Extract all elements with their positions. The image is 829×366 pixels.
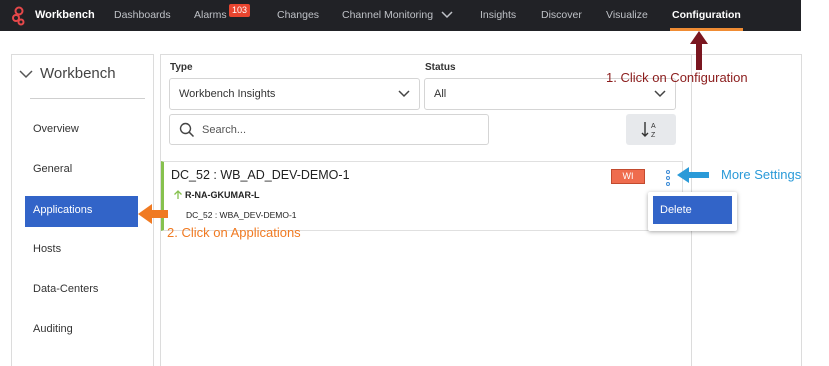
annotation-more-settings: More Settings	[721, 167, 802, 182]
annotation-step-1: 1. Click on Configuration	[606, 70, 748, 85]
sidebar-divider	[30, 98, 145, 99]
type-select[interactable]: Workbench Insights	[169, 78, 420, 110]
arrow-left-annotation-icon	[677, 167, 709, 183]
nav-visualize[interactable]: Visualize	[606, 9, 648, 21]
sidebar-item-label: Applications	[33, 204, 93, 216]
status-select-value: All	[434, 88, 447, 100]
nav-changes[interactable]: Changes	[277, 9, 319, 21]
nav-discover[interactable]: Discover	[541, 9, 582, 21]
sidebar-item-applications[interactable]: Applications	[25, 196, 138, 227]
sidebar-item-hosts[interactable]: Hosts	[33, 243, 61, 255]
top-nav-bar: Workbench Dashboards Alarms 103 Changes …	[0, 0, 801, 31]
sidebar-item-general[interactable]: General	[33, 163, 72, 175]
chevron-down-icon	[441, 11, 453, 19]
svg-text:A: A	[651, 123, 656, 130]
arrow-up-icon	[174, 190, 182, 199]
status-label: Status	[425, 62, 456, 73]
sidebar-item-auditing[interactable]: Auditing	[33, 323, 73, 335]
settings-menu: Delete	[648, 192, 737, 231]
more-settings-icon[interactable]	[664, 170, 672, 186]
type-label: Type	[170, 62, 193, 73]
nav-channel-monitoring[interactable]: Channel Monitoring	[342, 9, 433, 21]
chevron-down-icon	[398, 90, 410, 98]
sidebar-item-data-centers[interactable]: Data-Centers	[33, 283, 98, 295]
nav-alarms[interactable]: Alarms	[194, 9, 227, 21]
delete-label: Delete	[660, 204, 692, 216]
svg-text:Z: Z	[651, 132, 656, 139]
type-select-value: Workbench Insights	[179, 88, 276, 100]
wi-badge: WI	[611, 169, 645, 184]
nav-insights[interactable]: Insights	[480, 9, 516, 21]
workbench-logo-icon	[12, 6, 25, 26]
sort-az-button[interactable]: A Z	[626, 114, 676, 145]
search-icon	[179, 122, 195, 138]
arrow-left-annotation-icon	[138, 204, 168, 224]
chevron-down-icon	[654, 90, 666, 98]
application-datacenter: DC_52 : WBA_DEV-DEMO-1	[186, 210, 297, 220]
annotation-step-2: 2. Click on Applications	[167, 225, 301, 240]
arrow-up-annotation-icon	[690, 31, 708, 70]
sidebar-title: Workbench	[40, 65, 116, 82]
search-input[interactable]: Search...	[169, 114, 489, 145]
sidebar-item-overview[interactable]: Overview	[33, 123, 79, 135]
nav-configuration[interactable]: Configuration	[672, 9, 741, 21]
application-host: R-NA-GKUMAR-L	[185, 190, 260, 200]
brand-title: Workbench	[35, 9, 95, 21]
alarms-count-badge: 103	[229, 4, 251, 17]
application-title: DC_52 : WB_AD_DEV-DEMO-1	[171, 168, 350, 182]
delete-button[interactable]: Delete	[653, 196, 732, 224]
nav-dashboards[interactable]: Dashboards	[114, 9, 171, 21]
chevron-down-icon[interactable]	[19, 69, 33, 79]
search-placeholder: Search...	[202, 124, 247, 136]
sort-az-icon: A Z	[641, 122, 656, 139]
